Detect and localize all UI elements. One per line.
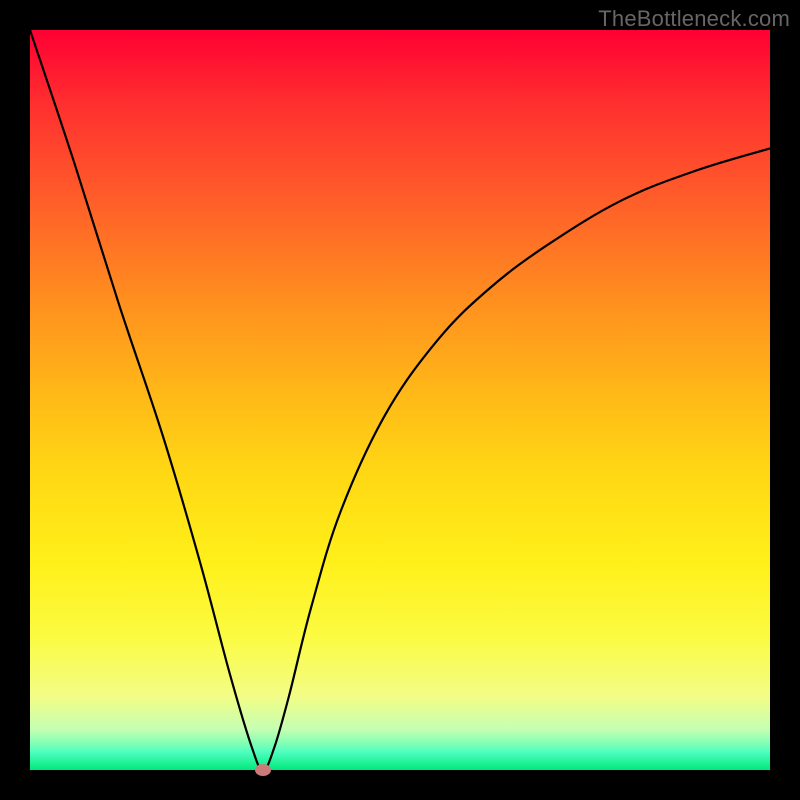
bottleneck-curve-path bbox=[30, 30, 770, 770]
plot-area bbox=[30, 30, 770, 770]
curve-svg bbox=[30, 30, 770, 770]
minimum-marker bbox=[255, 764, 271, 776]
chart-frame: TheBottleneck.com bbox=[0, 0, 800, 800]
watermark-text: TheBottleneck.com bbox=[598, 6, 790, 32]
